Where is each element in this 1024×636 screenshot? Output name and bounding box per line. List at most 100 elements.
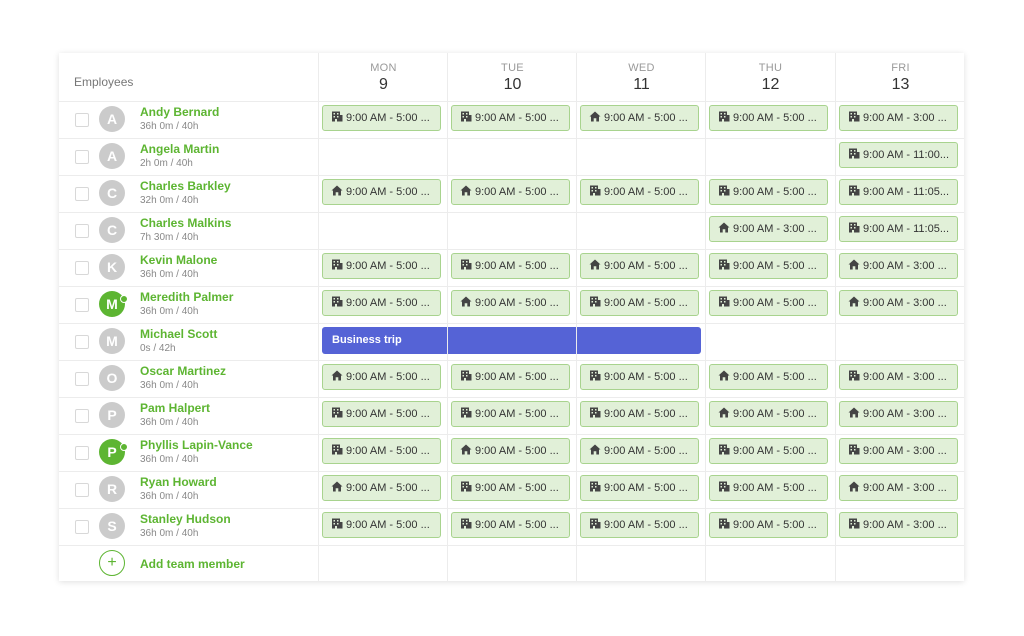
shift-block[interactable]: 9:00 AM - 3:00 ... <box>839 512 958 538</box>
row-checkbox[interactable] <box>75 335 89 349</box>
business-trip-block[interactable]: Business trip <box>322 327 701 354</box>
shift-block[interactable]: 9:00 AM - 5:00 ... <box>451 105 570 131</box>
shift-block[interactable]: 9:00 AM - 5:00 ... <box>451 179 570 205</box>
avatar[interactable]: A <box>99 106 125 132</box>
shift-block[interactable]: 9:00 AM - 3:00 ... <box>839 253 958 279</box>
shift-block[interactable]: 9:00 AM - 5:00 ... <box>451 253 570 279</box>
avatar[interactable]: C <box>99 217 125 243</box>
shift-block[interactable]: 9:00 AM - 5:00 ... <box>322 253 441 279</box>
shift-block[interactable]: 9:00 AM - 3:00 ... <box>839 438 958 464</box>
shift-block[interactable]: 9:00 AM - 11:05... <box>839 179 958 205</box>
shift-block[interactable]: 9:00 AM - 5:00 ... <box>709 179 828 205</box>
add-team-member-row[interactable]: + Add team member <box>59 545 964 581</box>
shift-block[interactable]: 9:00 AM - 5:00 ... <box>580 475 699 501</box>
building-icon <box>589 514 601 529</box>
shift-block[interactable]: 9:00 AM - 5:00 ... <box>580 105 699 131</box>
row-checkbox[interactable] <box>75 446 89 460</box>
employee-row: A Angela Martin 2h 0m / 40h 9:00 AM - 11:00… <box>59 138 964 176</box>
shift-block[interactable]: 9:00 AM - 3:00 ... <box>709 216 828 242</box>
row-checkbox[interactable] <box>75 261 89 275</box>
row-checkbox[interactable] <box>75 113 89 127</box>
shift-time: 9:00 AM - 5:00 ... <box>475 445 559 457</box>
shift-block[interactable]: 9:00 AM - 5:00 ... <box>709 512 828 538</box>
avatar[interactable]: R <box>99 476 125 502</box>
shift-block[interactable]: 9:00 AM - 5:00 ... <box>580 438 699 464</box>
employee-name[interactable]: Ryan Howard <box>140 475 217 489</box>
shift-block[interactable]: 9:00 AM - 5:00 ... <box>451 512 570 538</box>
shift-block[interactable]: 9:00 AM - 5:00 ... <box>322 179 441 205</box>
shift-block[interactable]: 9:00 AM - 5:00 ... <box>322 475 441 501</box>
shift-time: 9:00 AM - 3:00 ... <box>863 408 947 420</box>
shift-block[interactable]: 9:00 AM - 5:00 ... <box>451 364 570 390</box>
shift-block[interactable]: 9:00 AM - 5:00 ... <box>322 290 441 316</box>
shift-block[interactable]: 9:00 AM - 5:00 ... <box>709 401 828 427</box>
row-checkbox[interactable] <box>75 224 89 238</box>
row-checkbox[interactable] <box>75 409 89 423</box>
employee-name[interactable]: Charles Malkins <box>140 216 231 230</box>
shift-block[interactable]: 9:00 AM - 5:00 ... <box>580 253 699 279</box>
shift-time: 9:00 AM - 5:00 ... <box>346 260 430 272</box>
avatar[interactable]: O <box>99 365 125 391</box>
avatar[interactable]: P <box>99 439 128 465</box>
shift-block[interactable]: 9:00 AM - 5:00 ... <box>451 438 570 464</box>
shift-block[interactable]: 9:00 AM - 5:00 ... <box>322 438 441 464</box>
shift-time: 9:00 AM - 5:00 ... <box>604 445 688 457</box>
shift-block[interactable]: 9:00 AM - 5:00 ... <box>709 364 828 390</box>
avatar[interactable]: C <box>99 180 125 206</box>
employee-name[interactable]: Kevin Malone <box>140 253 217 267</box>
shift-block[interactable]: 9:00 AM - 5:00 ... <box>580 512 699 538</box>
employee-name[interactable]: Phyllis Lapin-Vance <box>140 438 253 452</box>
row-checkbox[interactable] <box>75 520 89 534</box>
shift-block[interactable]: 9:00 AM - 11:00... <box>839 142 958 168</box>
shift-block[interactable]: 9:00 AM - 3:00 ... <box>839 401 958 427</box>
shift-block[interactable]: 9:00 AM - 5:00 ... <box>322 512 441 538</box>
shift-block[interactable]: 9:00 AM - 5:00 ... <box>580 364 699 390</box>
employee-name[interactable]: Pam Halpert <box>140 401 210 415</box>
shift-block[interactable]: 9:00 AM - 3:00 ... <box>839 475 958 501</box>
employee-name[interactable]: Michael Scott <box>140 327 217 341</box>
add-team-member-button[interactable]: Add team member <box>140 557 245 571</box>
shift-block[interactable]: 9:00 AM - 5:00 ... <box>322 105 441 131</box>
shift-block[interactable]: 9:00 AM - 3:00 ... <box>839 290 958 316</box>
shift-time: 9:00 AM - 5:00 ... <box>346 408 430 420</box>
row-checkbox[interactable] <box>75 187 89 201</box>
day-header-tue: TUE 10 <box>447 53 577 101</box>
day-name: TUE <box>501 62 524 74</box>
employee-name[interactable]: Meredith Palmer <box>140 290 233 304</box>
shift-block[interactable]: 9:00 AM - 5:00 ... <box>580 290 699 316</box>
employee-name[interactable]: Angela Martin <box>140 142 219 156</box>
shift-block[interactable]: 9:00 AM - 5:00 ... <box>451 475 570 501</box>
row-checkbox[interactable] <box>75 372 89 386</box>
shift-block[interactable]: 9:00 AM - 3:00 ... <box>839 105 958 131</box>
avatar[interactable]: A <box>99 143 125 169</box>
shift-block[interactable]: 9:00 AM - 5:00 ... <box>451 401 570 427</box>
employee-name[interactable]: Stanley Hudson <box>140 512 231 526</box>
row-checkbox[interactable] <box>75 150 89 164</box>
employee-name[interactable]: Oscar Martinez <box>140 364 226 378</box>
shift-block[interactable]: 9:00 AM - 5:00 ... <box>709 438 828 464</box>
avatar[interactable]: K <box>99 254 125 280</box>
shift-block[interactable]: 9:00 AM - 5:00 ... <box>451 290 570 316</box>
shift-block[interactable]: 9:00 AM - 5:00 ... <box>709 475 828 501</box>
avatar[interactable]: M <box>99 291 128 317</box>
add-icon[interactable]: + <box>99 550 125 576</box>
shift-block[interactable]: 9:00 AM - 5:00 ... <box>580 179 699 205</box>
shift-block[interactable]: 9:00 AM - 5:00 ... <box>322 364 441 390</box>
avatar[interactable]: S <box>99 513 125 539</box>
shift-block[interactable]: 9:00 AM - 3:00 ... <box>839 364 958 390</box>
shift-block[interactable]: 9:00 AM - 11:05... <box>839 216 958 242</box>
avatar[interactable]: M <box>99 328 125 354</box>
employee-name[interactable]: Andy Bernard <box>140 105 219 119</box>
shift-block[interactable]: 9:00 AM - 5:00 ... <box>709 105 828 131</box>
shift-block[interactable]: 9:00 AM - 5:00 ... <box>322 401 441 427</box>
row-checkbox[interactable] <box>75 483 89 497</box>
shift-block[interactable]: 9:00 AM - 5:00 ... <box>709 290 828 316</box>
shift-block[interactable]: 9:00 AM - 5:00 ... <box>580 401 699 427</box>
employee-name[interactable]: Charles Barkley <box>140 179 231 193</box>
shift-block[interactable]: 9:00 AM - 5:00 ... <box>709 253 828 279</box>
home-icon <box>718 403 730 418</box>
row-checkbox[interactable] <box>75 298 89 312</box>
shift-time: 9:00 AM - 5:00 ... <box>604 297 688 309</box>
avatar[interactable]: P <box>99 402 125 428</box>
day-name: FRI <box>891 62 910 74</box>
